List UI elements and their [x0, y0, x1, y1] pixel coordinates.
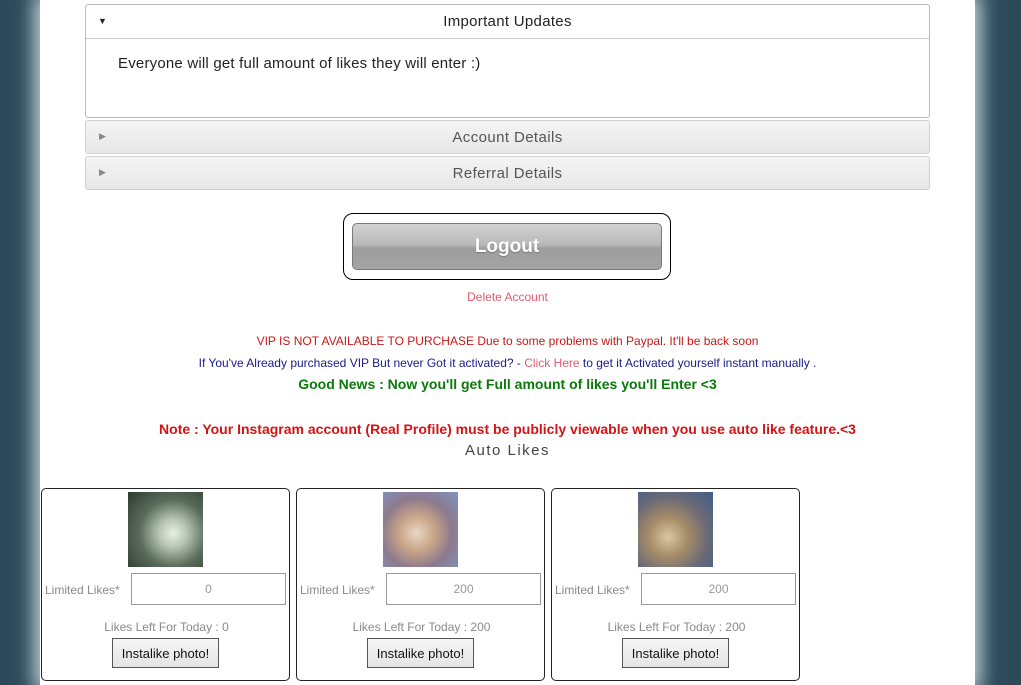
activation-notice: If You've Already purchased VIP But neve…	[40, 356, 975, 370]
photo-card: Limited Likes* Likes Left For Today : 0 …	[41, 488, 290, 681]
cat-photo	[638, 492, 713, 567]
triangle-right-icon: ▶	[99, 131, 107, 141]
activation-prefix: If You've Already purchased VIP But neve…	[198, 356, 525, 370]
logout-frame: Logout	[343, 213, 671, 280]
cat-photo	[383, 492, 458, 567]
photo-card: Limited Likes* Likes Left For Today : 20…	[551, 488, 800, 681]
auto-likes-heading: Auto Likes	[464, 442, 551, 459]
likes-left-today: Likes Left For Today : 0	[104, 620, 229, 634]
photo-card: Limited Likes* Likes Left For Today : 20…	[296, 488, 545, 681]
logout-button[interactable]: Logout	[352, 223, 662, 270]
activation-suffix: to get it Activated yourself instant man…	[579, 356, 817, 370]
account-details-title: Account Details	[452, 128, 563, 146]
instagram-note: Note : Your Instagram account (Real Prof…	[159, 421, 856, 437]
limited-likes-label: Limited Likes*	[555, 583, 630, 597]
instalike-button[interactable]: Instalike photo!	[622, 638, 729, 668]
limited-likes-input[interactable]	[386, 573, 541, 605]
referral-details-header[interactable]: ▶ Referral Details	[85, 156, 930, 190]
referral-details-title: Referral Details	[452, 164, 563, 182]
good-news-notice: Good News : Now you'll get Full amount o…	[298, 376, 717, 392]
important-updates-panel: ▼ Important Updates Everyone will get fu…	[85, 4, 930, 118]
main-panel: ▼ Important Updates Everyone will get fu…	[40, 0, 975, 685]
delete-account-link[interactable]: Delete Account	[40, 290, 975, 304]
important-updates-body: Everyone will get full amount of likes t…	[118, 55, 481, 72]
vip-notice: VIP IS NOT AVAILABLE TO PURCHASE Due to …	[256, 334, 759, 348]
limited-likes-input[interactable]	[641, 573, 796, 605]
click-here-link[interactable]: Click Here	[524, 356, 579, 370]
important-updates-header[interactable]: ▼ Important Updates	[86, 5, 929, 39]
triangle-right-icon: ▶	[99, 167, 107, 177]
instalike-button[interactable]: Instalike photo!	[367, 638, 474, 668]
limited-likes-label: Limited Likes*	[45, 583, 120, 597]
likes-left-today: Likes Left For Today : 200	[607, 620, 746, 634]
limited-likes-input[interactable]	[131, 573, 286, 605]
account-details-header[interactable]: ▶ Account Details	[85, 120, 930, 154]
limited-likes-label: Limited Likes*	[300, 583, 375, 597]
important-updates-title: Important Updates	[443, 13, 572, 30]
triangle-down-icon: ▼	[98, 16, 108, 26]
instalike-button[interactable]: Instalike photo!	[112, 638, 219, 668]
cat-photo	[128, 492, 203, 567]
likes-left-today: Likes Left For Today : 200	[352, 620, 491, 634]
